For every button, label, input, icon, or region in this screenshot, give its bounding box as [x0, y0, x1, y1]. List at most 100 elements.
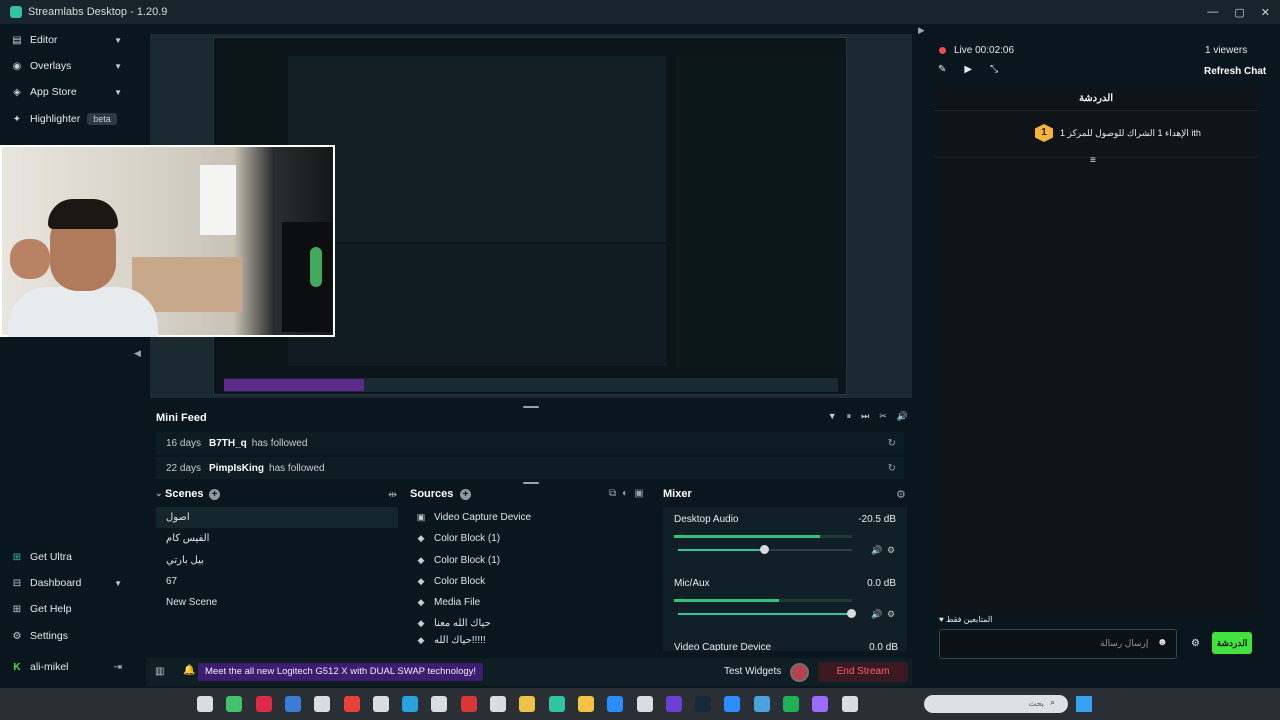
- close-button[interactable]: ✕: [1261, 6, 1270, 19]
- sidebar-item-settings[interactable]: ⚙ Settings: [0, 623, 140, 649]
- clip-icon[interactable]: ▶: [964, 64, 972, 75]
- source-item[interactable]: ◆ حياك الله معنا: [407, 613, 647, 634]
- scene-item[interactable]: الفيس كام: [156, 528, 398, 549]
- mixer-channel-db: 0.0 dB: [869, 642, 898, 651]
- scene-label: New Scene: [166, 597, 218, 608]
- scene-transition-icon[interactable]: ⇹: [388, 488, 397, 501]
- taskbar-app-icon[interactable]: [548, 696, 565, 712]
- source-item[interactable]: ◆ Color Block (1): [407, 550, 647, 571]
- source-item[interactable]: ▣ Video Capture Device: [407, 507, 647, 528]
- promo-banner[interactable]: Meet the all new Logitech G512 X with DU…: [198, 663, 484, 681]
- sidebar-item-account[interactable]: K ali-mikel ⇥: [0, 654, 140, 680]
- taskbar-app-icon[interactable]: [519, 696, 536, 712]
- windows-start-icon[interactable]: [1076, 696, 1092, 712]
- taskbar-app-icon[interactable]: [577, 696, 594, 712]
- taskbar-search[interactable]: بحث: [924, 695, 1068, 713]
- emoji-icon[interactable]: ☻: [1157, 637, 1168, 648]
- taskbar-app-icon[interactable]: [314, 696, 331, 712]
- volume-slider[interactable]: [678, 609, 856, 618]
- sidebar-item-editor[interactable]: ▤ Editor ▼: [0, 27, 140, 53]
- scene-item[interactable]: اصول: [156, 507, 398, 528]
- replay-icon[interactable]: ↻: [888, 438, 896, 449]
- source-folder-icon[interactable]: ⧉: [609, 488, 616, 499]
- taskbar-app-icon[interactable]: [460, 696, 477, 712]
- test-widgets-button[interactable]: Test Widgets: [724, 666, 781, 677]
- record-button[interactable]: [790, 663, 809, 682]
- source-item[interactable]: ◆ Media File: [407, 592, 647, 613]
- volume-knob[interactable]: [847, 609, 856, 618]
- scene-item[interactable]: 67: [156, 571, 398, 592]
- maximize-button[interactable]: ▢: [1234, 6, 1244, 19]
- sidebar-item-app-store[interactable]: ◈ App Store ▼: [0, 79, 140, 105]
- skip-icon[interactable]: ⏭: [861, 411, 869, 422]
- window-controls: — ▢ ✕: [1207, 0, 1270, 24]
- share-icon[interactable]: ⤡: [990, 64, 998, 75]
- taskbar-app-icon[interactable]: [431, 696, 448, 712]
- source-item[interactable]: ◆ Color Block: [407, 571, 647, 592]
- taskbar-app-icon[interactable]: [490, 696, 506, 712]
- mute-alerts-icon[interactable]: ✂: [879, 411, 887, 422]
- mixer-settings-icon[interactable]: ⚙: [896, 488, 906, 501]
- volume-knob[interactable]: [760, 545, 769, 554]
- sidebar-item-overlays[interactable]: ◉ Overlays ▼: [0, 53, 140, 79]
- add-scene-button[interactable]: +: [209, 489, 220, 500]
- pause-icon[interactable]: ⏸: [847, 411, 852, 422]
- taskbar-app-icon[interactable]: [284, 696, 301, 712]
- speaker-icon[interactable]: 🔊: [871, 609, 882, 620]
- chat-settings-icon[interactable]: ⚙: [1191, 638, 1200, 649]
- scene-item[interactable]: New Scene: [156, 592, 398, 613]
- gear-icon[interactable]: ⚙: [887, 609, 895, 620]
- edit-stream-icon[interactable]: ✎: [938, 64, 946, 75]
- source-properties-icon[interactable]: ▣: [634, 488, 643, 499]
- taskbar-app-icon[interactable]: [402, 696, 419, 712]
- volume-fill: [678, 549, 765, 551]
- source-label: Video Capture Device: [434, 512, 532, 523]
- taskbar-app-icon[interactable]: [197, 696, 213, 712]
- sidebar-item-dashboard[interactable]: ⊟ Dashboard ▼: [0, 570, 140, 596]
- collapse-left-icon[interactable]: ◀: [134, 348, 141, 359]
- taskbar-app-icon[interactable]: [343, 696, 360, 712]
- mixer-channel-name: Desktop Audio: [674, 514, 739, 525]
- mixer-channel-name: Mic/Aux: [674, 578, 710, 589]
- source-toggle-icon[interactable]: ◐: [622, 488, 628, 499]
- taskbar-app-icon[interactable]: [812, 696, 829, 712]
- source-item[interactable]: ◆ حياك الله!!!!!: [407, 634, 647, 646]
- search-icon: ⌕: [1050, 697, 1056, 707]
- end-stream-button[interactable]: End Stream: [818, 662, 908, 682]
- taskbar-app-icon[interactable]: [695, 696, 712, 712]
- volume-icon[interactable]: 🔊: [897, 411, 908, 422]
- taskbar-app-icon[interactable]: [607, 696, 624, 712]
- resize-handle[interactable]: [523, 482, 539, 484]
- stats-icon[interactable]: ▥: [155, 666, 164, 677]
- filter-icon[interactable]: ▼: [828, 411, 837, 422]
- gear-icon[interactable]: ⚙: [887, 545, 895, 556]
- sidebar-item-highlighter[interactable]: ✦ Highlighter beta: [0, 106, 140, 132]
- taskbar-app-icon[interactable]: [665, 696, 682, 712]
- taskbar-app-icon[interactable]: [753, 696, 770, 712]
- minimize-button[interactable]: —: [1207, 6, 1218, 18]
- taskbar-app-icon[interactable]: [783, 696, 799, 712]
- send-chat-button[interactable]: الدردشة: [1212, 632, 1252, 654]
- logout-icon[interactable]: ⇥: [114, 662, 122, 673]
- webcam-pc-case: [282, 222, 332, 332]
- scene-item[interactable]: بيل بارتي: [156, 550, 398, 571]
- volume-slider[interactable]: [678, 545, 852, 554]
- chat-header: الدردشة: [934, 86, 1258, 111]
- taskbar-app-icon[interactable]: [636, 696, 653, 712]
- refresh-chat-button[interactable]: Refresh Chat: [1204, 66, 1266, 77]
- add-source-button[interactable]: +: [460, 489, 471, 500]
- resize-handle[interactable]: [523, 406, 539, 408]
- taskbar-app-icon[interactable]: [226, 696, 243, 712]
- scenes-collapse-icon[interactable]: ⌄: [155, 488, 163, 499]
- taskbar-app-icon[interactable]: [372, 696, 389, 712]
- sidebar-item-get-ultra[interactable]: ⊞ Get Ultra: [0, 544, 140, 570]
- taskbar-app-icon[interactable]: [841, 696, 858, 712]
- bell-icon[interactable]: 🔔: [183, 665, 195, 676]
- taskbar-app-icon[interactable]: [255, 696, 272, 712]
- sidebar-item-get-help[interactable]: ⊞ Get Help: [0, 596, 140, 622]
- replay-icon[interactable]: ↻: [888, 463, 896, 474]
- speaker-icon[interactable]: 🔊: [871, 545, 882, 556]
- chat-menu-icon[interactable]: ≡: [1090, 155, 1096, 166]
- taskbar-app-icon[interactable]: [724, 696, 741, 712]
- source-item[interactable]: ◆ Color Block (1): [407, 528, 647, 549]
